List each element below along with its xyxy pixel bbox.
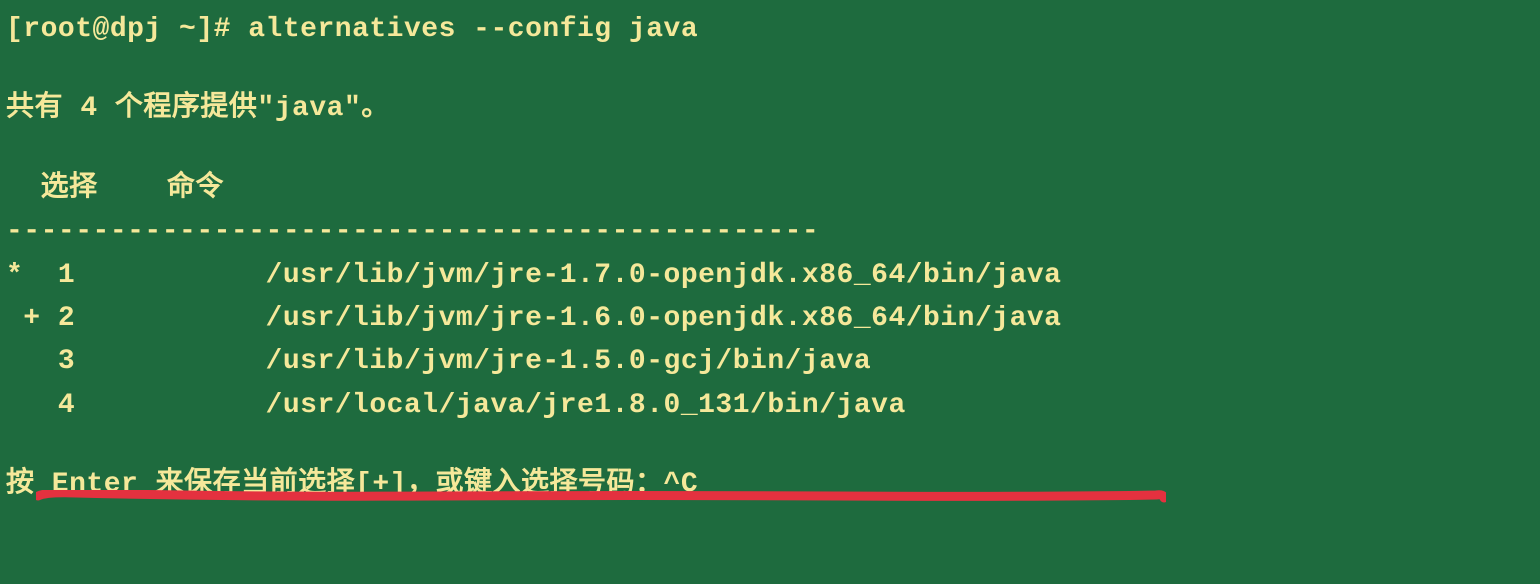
command-prompt-line: [root@dpj ~]# alternatives --config java [6,8,1534,51]
table-header: 选择 命令 [6,167,1534,210]
footer-prompt-line: 按 Enter 来保存当前选择[+]，或键入选择号码：^C [6,463,1534,506]
summary-suffix: 个程序提供"java"。 [98,93,390,124]
alternative-row: 4 /usr/local/java/jre1.8.0_131/bin/java [6,384,1534,427]
typed-command[interactable]: alternatives --config java [248,14,698,45]
summary-line: 共有 4 个程序提供"java"。 [6,87,1534,130]
table-divider: ----------------------------------------… [6,210,1534,253]
row-marker: * 1 [6,260,266,291]
row-path: /usr/lib/jvm/jre-1.5.0-gcj/bin/java [266,346,872,377]
row-marker: + 2 [6,303,266,334]
row-path: /usr/local/java/jre1.8.0_131/bin/java [266,390,906,421]
shell-prompt: [root@dpj ~]# [6,14,231,45]
row-marker: 4 [6,390,266,421]
blank-line [6,427,1534,463]
blank-line [6,51,1534,87]
alternative-row: * 1 /usr/lib/jvm/jre-1.7.0-openjdk.x86_6… [6,254,1534,297]
summary-count: 4 [80,93,97,124]
alternative-row: + 2 /usr/lib/jvm/jre-1.6.0-openjdk.x86_6… [6,297,1534,340]
footer-prompt-text: 按 Enter 来保存当前选择[+]，或键入选择号码： [6,469,664,500]
row-path: /usr/lib/jvm/jre-1.7.0-openjdk.x86_64/bi… [266,260,1062,291]
blank-line [6,131,1534,167]
alternative-row: 3 /usr/lib/jvm/jre-1.5.0-gcj/bin/java [6,340,1534,383]
row-marker: 3 [6,346,266,377]
footer-user-input[interactable]: ^C [664,469,699,500]
row-path: /usr/lib/jvm/jre-1.6.0-openjdk.x86_64/bi… [266,303,1062,334]
summary-prefix: 共有 [6,93,80,124]
